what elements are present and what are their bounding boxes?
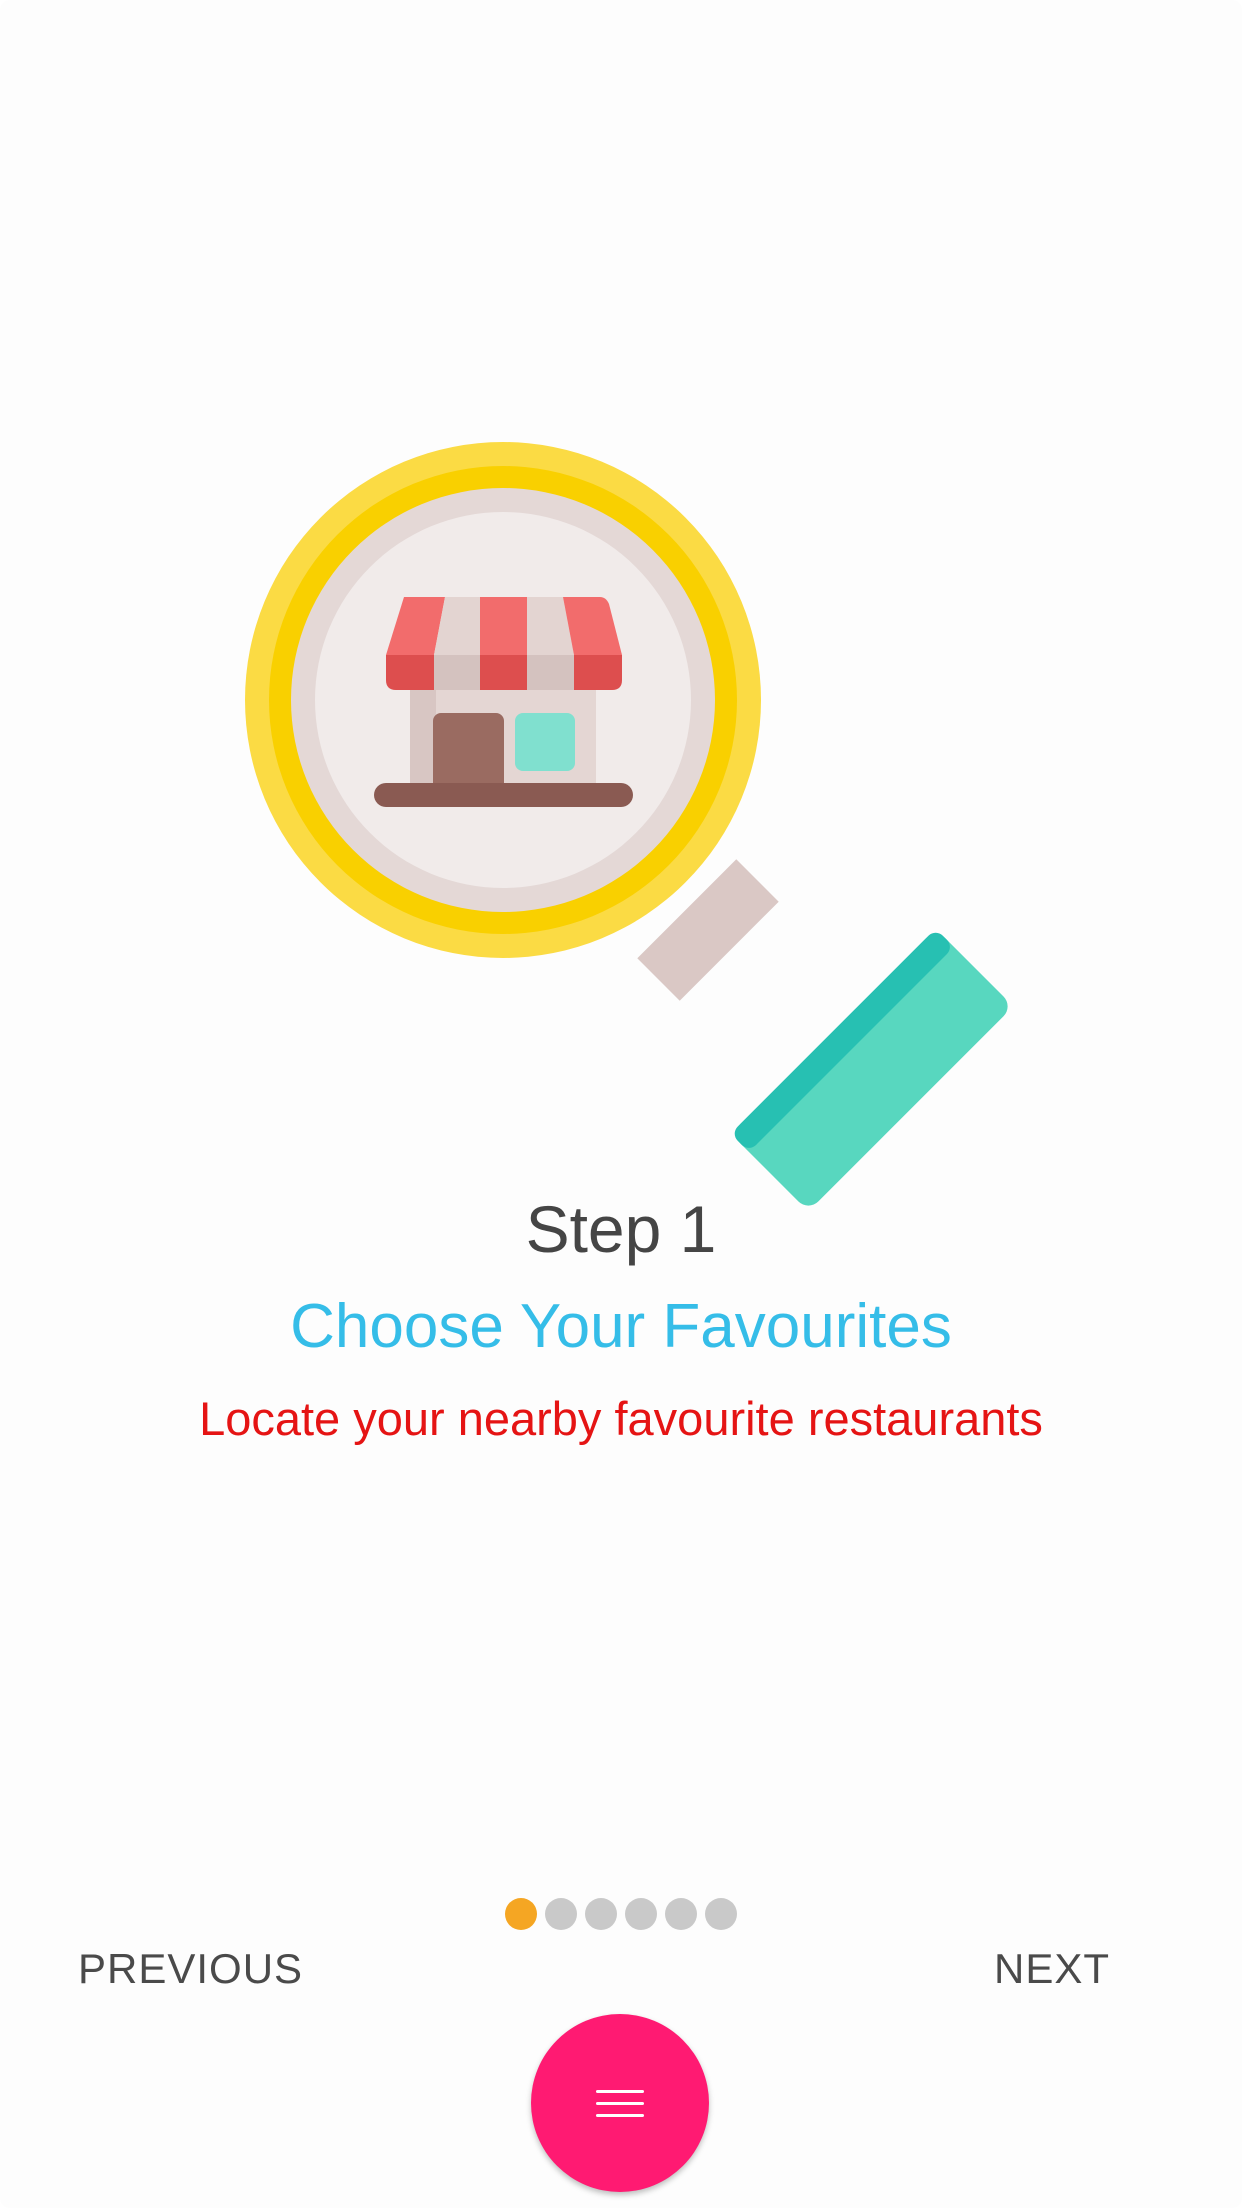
- page-dot-5[interactable]: [665, 1898, 697, 1930]
- onboarding-screen: Step 1 Choose Your Favourites Locate you…: [0, 0, 1242, 2208]
- onboarding-title: Choose Your Favourites: [290, 1292, 952, 1361]
- next-button[interactable]: NEXT: [994, 1948, 1110, 1990]
- step-label: Step 1: [525, 1192, 717, 1266]
- page-dot-2[interactable]: [545, 1898, 577, 1930]
- menu-icon: [596, 2089, 644, 2117]
- page-dot-1[interactable]: [505, 1898, 537, 1930]
- page-indicator: [0, 1898, 1242, 1930]
- page-dot-4[interactable]: [625, 1898, 657, 1930]
- page-dot-3[interactable]: [585, 1898, 617, 1930]
- previous-button[interactable]: PREVIOUS: [78, 1948, 303, 1990]
- onboarding-description: Locate your nearby favourite restaurants: [199, 1392, 1043, 1445]
- page-dot-6[interactable]: [705, 1898, 737, 1930]
- menu-fab-button[interactable]: [531, 2014, 709, 2192]
- magnifier-store-icon: [245, 442, 1008, 1206]
